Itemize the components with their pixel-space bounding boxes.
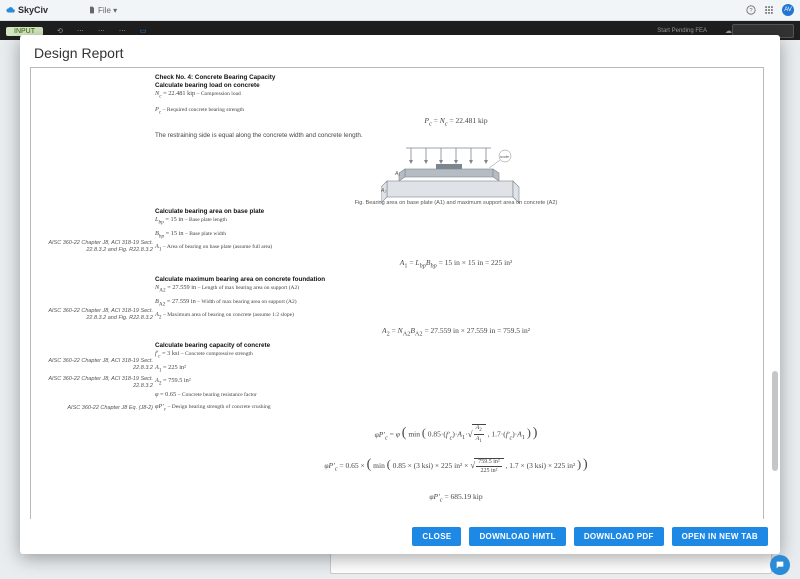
eq-phipc-res: φP′c = 685.19 kip bbox=[155, 492, 757, 504]
bearing-figure: A₁ A₂ node bbox=[381, 146, 531, 206]
file-icon bbox=[88, 6, 96, 14]
modal-body: AISC 360-22 Chapter J8, ACI 318-19 Sect.… bbox=[20, 67, 780, 519]
svg-text:A₂: A₂ bbox=[381, 188, 386, 194]
line-a1def: A1 – Area of bearing on base plate (assu… bbox=[155, 243, 757, 253]
avatar[interactable]: AV bbox=[782, 4, 794, 16]
fig-caption: Fig. Bearing area on base plate (A1) and… bbox=[155, 200, 757, 207]
modal-title: Design Report bbox=[20, 35, 780, 67]
rib-item[interactable]: ⋯ bbox=[77, 27, 84, 35]
eq-phipc-num: φP′c = 0.65 × ( min ( 0.85 × (3 ksi) × 2… bbox=[155, 456, 757, 474]
restraining-note: The restraining side is equal along the … bbox=[155, 132, 757, 140]
close-button[interactable]: CLOSE bbox=[412, 527, 461, 546]
skyciv-logo: SkyCiv bbox=[6, 5, 48, 15]
apps-icon[interactable] bbox=[764, 5, 774, 15]
check4-title: Check No. 4: Concrete Bearing Capacity bbox=[155, 74, 757, 82]
download-pdf-button[interactable]: DOWNLOAD PDF bbox=[574, 527, 664, 546]
eq-a2: A2 = NA2BA2 = 27.559 in × 27.559 in = 75… bbox=[155, 326, 757, 338]
cloud-icon bbox=[6, 5, 16, 15]
line-bbp: Bbp = 15 in – Base plate width bbox=[155, 230, 757, 240]
line-na2: NA2 = 27.559 in – Length of max bearing … bbox=[155, 284, 757, 294]
report-page: AISC 360-22 Chapter J8, ACI 318-19 Sect.… bbox=[30, 67, 764, 519]
line-a2v: A2 = 759.5 in² bbox=[155, 377, 757, 387]
help-icon[interactable]: ? bbox=[746, 5, 756, 15]
svg-text:A₁: A₁ bbox=[394, 171, 400, 177]
modal-footer: CLOSE DOWNLOAD HMTL DOWNLOAD PDF OPEN IN… bbox=[20, 519, 780, 554]
rib-item-active[interactable]: ▭ bbox=[140, 27, 147, 35]
ref-text: AISC 360-22 Chapter J8 Eq. (J8-2) bbox=[33, 405, 153, 412]
chat-bubble-icon[interactable] bbox=[770, 555, 790, 575]
file-menu-label: File ▾ bbox=[98, 6, 117, 15]
brand-label: SkyCiv bbox=[18, 5, 48, 15]
hdr-max-bearing: Calculate maximum bearing area on concre… bbox=[155, 276, 757, 284]
design-report-modal: Design Report AISC 360-22 Chapter J8, AC… bbox=[20, 35, 780, 554]
ref-text: AISC 360-22 Chapter J8, ACI 318-19 Sect.… bbox=[33, 358, 153, 372]
ref-text: AISC 360-22 Chapter J8, ACI 318-19 Sect.… bbox=[33, 308, 153, 322]
line-phi: φ = 0.65 – Concrete bearing resistance f… bbox=[155, 391, 757, 399]
eq-a1: A1 = LbpBbp = 15 in × 15 in = 225 in² bbox=[155, 258, 757, 270]
svg-text:node: node bbox=[500, 154, 510, 159]
eq-phipc-sym: φP′c = φ ( min ( 0.85·(f′c)·A1·A2A1 , 1.… bbox=[155, 424, 757, 444]
rib-item[interactable]: ⟲ bbox=[57, 27, 63, 35]
svg-text:?: ? bbox=[749, 8, 753, 14]
line-nc: Nc = 22.481 kip – Compression load bbox=[155, 90, 757, 100]
open-new-tab-button[interactable]: OPEN IN NEW TAB bbox=[672, 527, 768, 546]
download-html-button[interactable]: DOWNLOAD HMTL bbox=[469, 527, 565, 546]
line-a1v: A1 = 225 in² bbox=[155, 364, 757, 374]
modal-scrollbar[interactable] bbox=[772, 71, 778, 495]
hdr-capacity: Calculate bearing capacity of concrete bbox=[155, 342, 757, 350]
line-lbp: Lbp = 15 in – Base plate length bbox=[155, 216, 757, 226]
file-menu[interactable]: File ▾ bbox=[88, 6, 117, 15]
line-a2def: A2 – Maximum area of bearing on concrete… bbox=[155, 311, 757, 321]
ref-text: AISC 360-22 Chapter J8, ACI 318-19 Sect.… bbox=[33, 376, 153, 390]
line-fc: f′c = 3 ksi – Concrete compressive stren… bbox=[155, 350, 757, 360]
line-pc: Pc – Required concrete bearing strength bbox=[155, 106, 757, 116]
rib-item[interactable]: ⋯ bbox=[98, 27, 105, 35]
line-phipc-def: φP′c – Design bearing strength of concre… bbox=[155, 403, 757, 413]
rib-label[interactable]: Start Pending FEA bbox=[657, 28, 707, 34]
ref-text: AISC 360-22 Chapter J8, ACI 318-19 Sect.… bbox=[33, 240, 153, 254]
hdr-bearing-area: Calculate bearing area on base plate bbox=[155, 208, 757, 216]
line-ba2: BA2 = 27.559 in – Width of max bearing a… bbox=[155, 298, 757, 308]
hdr-bearing-load: Calculate bearing load on concrete bbox=[155, 82, 757, 90]
scrollbar-thumb[interactable] bbox=[772, 371, 778, 471]
cloud-sync-icon[interactable]: ☁ bbox=[725, 27, 732, 35]
eq-pc: Pc = Nc = 22.481 kip bbox=[155, 116, 757, 128]
rib-item[interactable]: ⋯ bbox=[119, 27, 126, 35]
